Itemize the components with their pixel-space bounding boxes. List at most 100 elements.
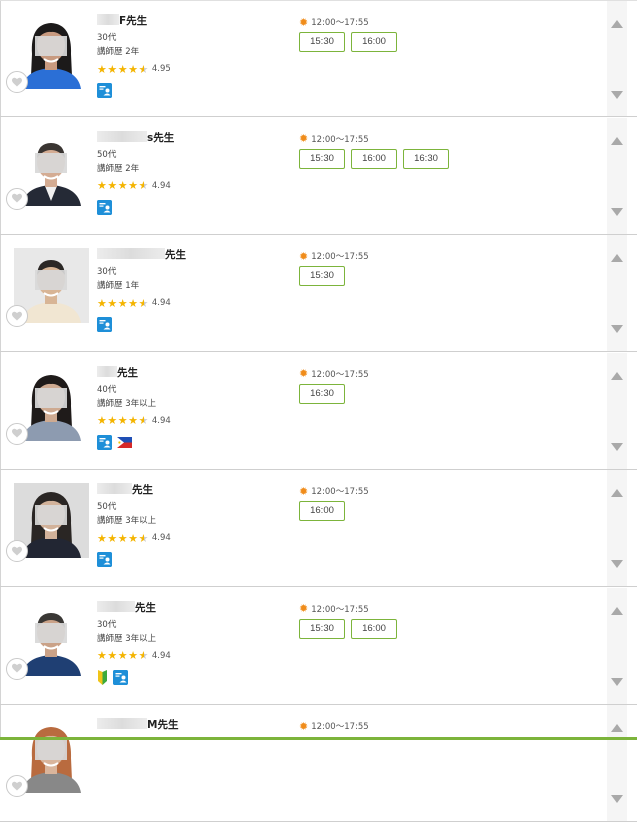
- arrow-down-icon[interactable]: [611, 795, 623, 803]
- rating-score: 4.94: [151, 650, 171, 661]
- slot-scroller: [607, 587, 627, 704]
- teacher-experience: 講師歴 3年以上: [97, 633, 157, 644]
- philippines-flag-icon: [117, 436, 132, 448]
- time-slots: 16:00: [299, 501, 345, 521]
- star-icon: ★: [97, 296, 107, 310]
- name-mask: [97, 483, 132, 494]
- teacher-card[interactable]: F先生 30代 講師歴 2年 ★ ★ ★ ★ ★ 4.95 ✹ 12:00～17:55 15:30 16…: [0, 0, 637, 117]
- time-range: ✹ 12:00～17:55: [299, 484, 369, 498]
- time-slots: 16:30: [299, 383, 345, 404]
- rating: ★ ★ ★ ★ ★ 4.94: [97, 415, 171, 427]
- arrow-up-icon[interactable]: [611, 254, 623, 262]
- teacher-badges: [97, 669, 128, 685]
- slot-scroller: [607, 470, 627, 586]
- star-icon: ★: [128, 531, 138, 545]
- arrow-up-icon[interactable]: [611, 724, 623, 732]
- time-slot-button[interactable]: 15:30: [299, 148, 345, 169]
- star-icon: ★: [117, 296, 128, 310]
- star-icon: ★: [97, 62, 107, 76]
- time-range: ✹ 12:00～17:55: [299, 367, 369, 380]
- rating: ★ ★ ★ ★ ★ 4.94: [97, 532, 171, 544]
- sun-icon: ✹: [299, 484, 309, 498]
- star-half-icon: ★: [138, 649, 149, 662]
- star-icon: ★: [97, 179, 107, 192]
- heart-icon: [11, 424, 23, 443]
- teacher-card[interactable]: 先生 30代 講師歴 3年以上 ★ ★ ★ ★ ★ 4.94 ✹ 12:00～17:55 15:30 1…: [0, 587, 637, 705]
- teacher-name[interactable]: M先生: [97, 718, 178, 732]
- favorite-button[interactable]: [6, 71, 28, 93]
- favorite-button[interactable]: [6, 775, 28, 797]
- rating-score: 4.94: [151, 533, 171, 543]
- arrow-down-icon[interactable]: [611, 207, 623, 216]
- time-slot-button[interactable]: 16:00: [351, 32, 397, 52]
- teacher-card[interactable]: s先生 50代 講師歴 2年 ★ ★ ★ ★ ★ 4.94 ✹ 12:00～17:55 15:30 16…: [0, 117, 637, 235]
- teacher-badges: [97, 317, 112, 332]
- teacher-name[interactable]: s先生: [97, 130, 174, 145]
- slot-scroller: [607, 1, 627, 116]
- beginner-mark-icon: [97, 669, 108, 685]
- teacher-badges: [97, 434, 132, 450]
- time-range: ✹ 12:00～17:55: [299, 15, 369, 29]
- teacher-card[interactable]: M先生 ✹ 12:00～17:55: [0, 705, 637, 822]
- time-slot-button[interactable]: 15:30: [299, 32, 345, 52]
- favorite-button[interactable]: [6, 540, 28, 562]
- star-icon: ★: [97, 531, 107, 545]
- time-slots: 15:30 16:00 16:30: [299, 148, 449, 169]
- student-badge-icon: [97, 199, 112, 215]
- sun-icon: ✹: [299, 15, 309, 29]
- time-slot-button[interactable]: 15:30: [299, 618, 345, 639]
- teacher-name[interactable]: 先生: [97, 365, 138, 380]
- teacher-name[interactable]: 先生: [97, 483, 153, 497]
- student-badge-icon: [97, 552, 112, 567]
- time-slot-button[interactable]: 15:30: [299, 266, 345, 286]
- arrow-down-icon[interactable]: [611, 325, 623, 333]
- slot-scroller: [607, 235, 627, 351]
- teacher-age: 50代: [97, 149, 117, 160]
- teacher-name[interactable]: F先生: [97, 14, 147, 28]
- star-icon: ★: [128, 649, 138, 662]
- arrow-up-icon[interactable]: [611, 371, 623, 380]
- favorite-button[interactable]: [6, 187, 28, 210]
- name-mask: [97, 718, 147, 729]
- teacher-name[interactable]: 先生: [97, 248, 186, 262]
- star-half-icon: ★: [138, 414, 149, 427]
- teacher-age: 50代: [97, 502, 117, 512]
- favorite-button[interactable]: [6, 657, 28, 680]
- teacher-age: 30代: [97, 33, 117, 43]
- time-slot-button[interactable]: 16:00: [299, 501, 345, 521]
- arrow-down-icon[interactable]: [611, 442, 623, 451]
- teacher-name[interactable]: 先生: [97, 600, 156, 615]
- heart-icon: [11, 73, 23, 92]
- name-mask: [97, 600, 135, 612]
- teacher-card[interactable]: 先生 30代 講師歴 1年 ★ ★ ★ ★ ★ 4.94 ✹ 12:00～17:55 15:30: [0, 235, 637, 352]
- student-badge-icon: [97, 434, 112, 450]
- heart-icon: [11, 307, 23, 326]
- teacher-card[interactable]: 先生 40代 講師歴 3年以上 ★ ★ ★ ★ ★ 4.94 ✹ 12:00～17:55 16:30: [0, 352, 637, 470]
- time-slot-button[interactable]: 16:00: [351, 618, 397, 639]
- favorite-button[interactable]: [6, 305, 28, 327]
- arrow-down-icon[interactable]: [611, 91, 623, 99]
- time-slot-button[interactable]: 16:30: [299, 383, 345, 404]
- arrow-down-icon[interactable]: [611, 560, 623, 568]
- star-icon: ★: [117, 531, 128, 545]
- star-icon: ★: [107, 531, 118, 545]
- heart-icon: [11, 542, 23, 561]
- arrow-up-icon[interactable]: [611, 136, 623, 145]
- star-half-icon: ★: [138, 531, 149, 545]
- sun-icon: ✹: [299, 602, 309, 615]
- star-half-icon: ★: [138, 62, 149, 76]
- time-slot-button[interactable]: 16:00: [351, 148, 397, 169]
- time-range: ✹ 12:00～17:55: [299, 132, 369, 145]
- arrow-up-icon[interactable]: [611, 606, 623, 615]
- arrow-down-icon[interactable]: [611, 677, 623, 686]
- sun-icon: ✹: [299, 719, 309, 733]
- teacher-experience: 講師歴 2年: [97, 163, 140, 174]
- heart-icon: [11, 659, 23, 678]
- favorite-button[interactable]: [6, 422, 28, 445]
- time-slot-button[interactable]: 16:30: [403, 148, 449, 169]
- arrow-up-icon[interactable]: [611, 489, 623, 497]
- name-mask: [97, 14, 119, 25]
- teacher-card[interactable]: 先生 50代 講師歴 3年以上 ★ ★ ★ ★ ★ 4.94 ✹ 12:00～17:55 16:00: [0, 470, 637, 587]
- time-range: ✹ 12:00～17:55: [299, 602, 369, 615]
- arrow-up-icon[interactable]: [611, 20, 623, 28]
